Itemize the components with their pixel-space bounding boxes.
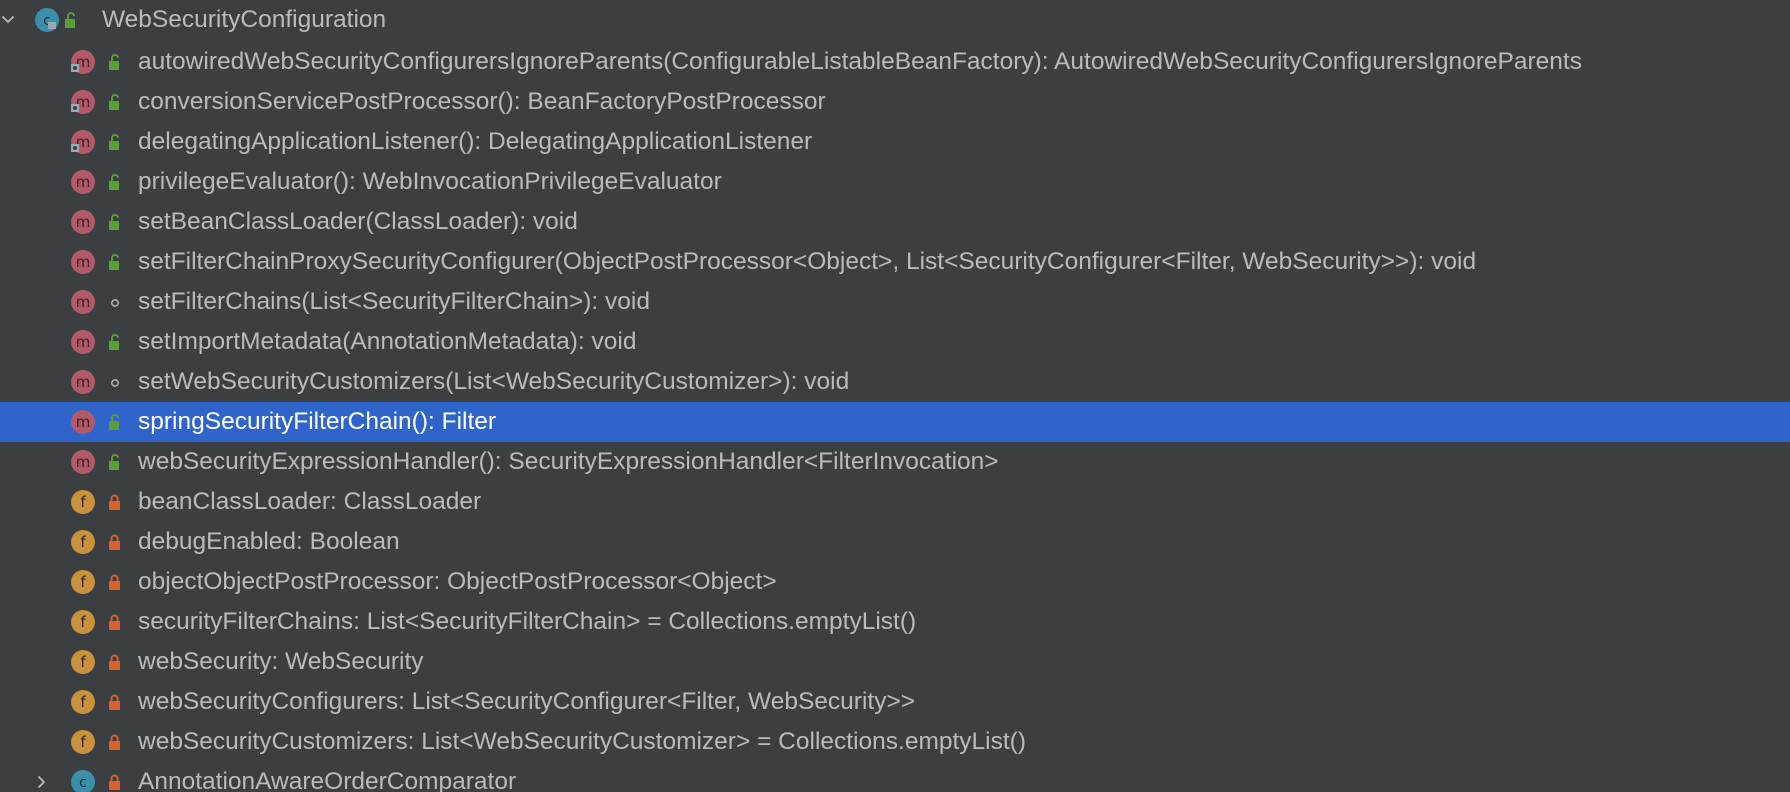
svg-text:f: f xyxy=(80,573,86,591)
private-lock-icon xyxy=(106,573,124,591)
tree-node-method[interactable]: m autowiredWebSecurityConfigurersIgnorePa… xyxy=(0,42,1790,82)
method-icon: m xyxy=(70,209,96,235)
tree-node-method[interactable]: m springSecurityFilterChain(): Filter xyxy=(0,402,1790,442)
private-lock-icon xyxy=(106,533,124,551)
tree-node-label: springSecurityFilterChain(): Filter xyxy=(138,408,497,435)
field-icon: f xyxy=(70,729,96,755)
private-lock-icon xyxy=(106,653,124,671)
package-private-icon xyxy=(106,293,124,311)
tree-node-method[interactable]: m privilegeEvaluator(): WebInvocationPriv… xyxy=(0,162,1790,202)
private-lock-icon xyxy=(106,733,124,751)
tree-node-method[interactable]: m setWebSecurityCustomizers(List<WebSecur… xyxy=(0,362,1790,402)
public-lock-icon xyxy=(62,11,80,29)
tree-node-label: webSecurityExpressionHandler(): Security… xyxy=(138,448,999,475)
tree-node-label: setWebSecurityCustomizers(List<WebSecuri… xyxy=(138,368,850,395)
tree-node-label: debugEnabled: Boolean xyxy=(138,528,400,555)
public-lock-icon xyxy=(106,133,124,151)
method-icon: m xyxy=(70,49,96,75)
method-icon: m xyxy=(70,129,96,155)
field-icon: f xyxy=(70,609,96,635)
tree-node-label: setFilterChains(List<SecurityFilterChain… xyxy=(138,288,650,315)
tree-node-label: webSecurity: WebSecurity xyxy=(138,648,424,675)
svg-text:m: m xyxy=(76,413,91,431)
public-lock-icon xyxy=(106,453,124,471)
public-lock-icon xyxy=(106,333,124,351)
tree-node-label: securityFilterChains: List<SecurityFilte… xyxy=(138,608,917,635)
tree-node-field[interactable]: f objectObjectPostProcessor: ObjectPostPr… xyxy=(0,562,1790,602)
svg-text:m: m xyxy=(76,213,91,231)
svg-text:f: f xyxy=(80,613,86,631)
tree-node-label: WebSecurityConfiguration xyxy=(102,6,387,33)
private-lock-icon xyxy=(106,493,124,511)
public-lock-icon xyxy=(106,93,124,111)
method-icon: m xyxy=(70,89,96,115)
method-icon: m xyxy=(70,289,96,315)
method-icon: m xyxy=(70,169,96,195)
tree-node-label: conversionServicePostProcessor(): BeanFa… xyxy=(138,88,826,115)
tree-node-field[interactable]: f debugEnabled: Boolean xyxy=(0,522,1790,562)
tree-node-label: delegatingApplicationListener(): Delegat… xyxy=(138,128,813,155)
method-icon: m xyxy=(70,409,96,435)
tree-node-method[interactable]: m setImportMetadata(AnnotationMetadata): … xyxy=(0,322,1790,362)
svg-text:c: c xyxy=(79,775,87,791)
tree-node-method[interactable]: m conversionServicePostProcessor(): BeanF… xyxy=(0,82,1790,122)
tree-node-inner-class[interactable]: c AnnotationAwareOrderComparator xyxy=(0,762,1790,792)
field-icon: f xyxy=(70,529,96,555)
public-lock-icon xyxy=(106,253,124,271)
chevron-down-icon[interactable] xyxy=(0,0,20,40)
tree-node-label: objectObjectPostProcessor: ObjectPostPro… xyxy=(138,568,777,595)
tree-node-field[interactable]: f beanClassLoader: ClassLoader xyxy=(0,482,1790,522)
tree-node-root-class[interactable]: c WebSecurityConfiguration xyxy=(0,0,1790,40)
method-icon: m xyxy=(70,249,96,275)
svg-text:m: m xyxy=(76,253,91,271)
svg-text:f: f xyxy=(80,733,86,751)
tree-node-field[interactable]: f webSecurityCustomizers: List<WebSecurit… xyxy=(0,722,1790,762)
tree-node-method[interactable]: m setFilterChainProxySecurityConfigurer(O… xyxy=(0,242,1790,282)
tree-node-label: autowiredWebSecurityConfigurersIgnorePar… xyxy=(138,48,1582,75)
tree-node-method[interactable]: m webSecurityExpressionHandler(): Securit… xyxy=(0,442,1790,482)
public-lock-icon xyxy=(106,213,124,231)
svg-text:f: f xyxy=(80,653,86,671)
tree-node-label: AnnotationAwareOrderComparator xyxy=(138,768,517,792)
field-icon: f xyxy=(70,689,96,715)
public-lock-icon xyxy=(106,413,124,431)
tree-node-label: beanClassLoader: ClassLoader xyxy=(138,488,482,515)
svg-text:f: f xyxy=(80,693,86,711)
private-lock-icon xyxy=(106,773,124,791)
method-icon: m xyxy=(70,329,96,355)
svg-text:m: m xyxy=(76,293,91,311)
class-icon: c xyxy=(70,769,96,792)
tree-node-label: webSecurityConfigurers: List<SecurityCon… xyxy=(138,688,916,715)
svg-text:f: f xyxy=(80,493,86,511)
tree-node-method[interactable]: m setFilterChains(List<SecurityFilterChai… xyxy=(0,282,1790,322)
public-lock-icon xyxy=(106,53,124,71)
tree-node-label: setBeanClassLoader(ClassLoader): void xyxy=(138,208,578,235)
svg-text:m: m xyxy=(76,453,91,471)
chevron-right-icon[interactable] xyxy=(30,762,54,792)
tree-node-label: setFilterChainProxySecurityConfigurer(Ob… xyxy=(138,248,1477,275)
svg-text:f: f xyxy=(80,533,86,551)
svg-text:m: m xyxy=(76,173,91,191)
method-icon: m xyxy=(70,369,96,395)
method-icon: m xyxy=(70,449,96,475)
field-icon: f xyxy=(70,489,96,515)
tree-node-method[interactable]: m delegatingApplicationListener(): Delega… xyxy=(0,122,1790,162)
tree-node-label: setImportMetadata(AnnotationMetadata): v… xyxy=(138,328,637,355)
field-icon: f xyxy=(70,569,96,595)
tree-node-label: privilegeEvaluator(): WebInvocationPrivi… xyxy=(138,168,722,195)
package-private-icon xyxy=(106,373,124,391)
public-lock-icon xyxy=(106,173,124,191)
structure-tree: c WebSecurityConfiguration m autowiredWeb… xyxy=(0,0,1790,792)
tree-node-label: webSecurityCustomizers: List<WebSecurity… xyxy=(138,728,1026,755)
field-icon: f xyxy=(70,649,96,675)
tree-node-field[interactable]: f securityFilterChains: List<SecurityFilt… xyxy=(0,602,1790,642)
private-lock-icon xyxy=(106,693,124,711)
private-lock-icon xyxy=(106,613,124,631)
svg-text:m: m xyxy=(76,333,91,351)
tree-node-field[interactable]: f webSecurity: WebSecurity xyxy=(0,642,1790,682)
svg-text:m: m xyxy=(76,373,91,391)
tree-node-field[interactable]: f webSecurityConfigurers: List<SecurityCo… xyxy=(0,682,1790,722)
class-icon: c xyxy=(34,7,60,33)
tree-node-method[interactable]: m setBeanClassLoader(ClassLoader): void xyxy=(0,202,1790,242)
